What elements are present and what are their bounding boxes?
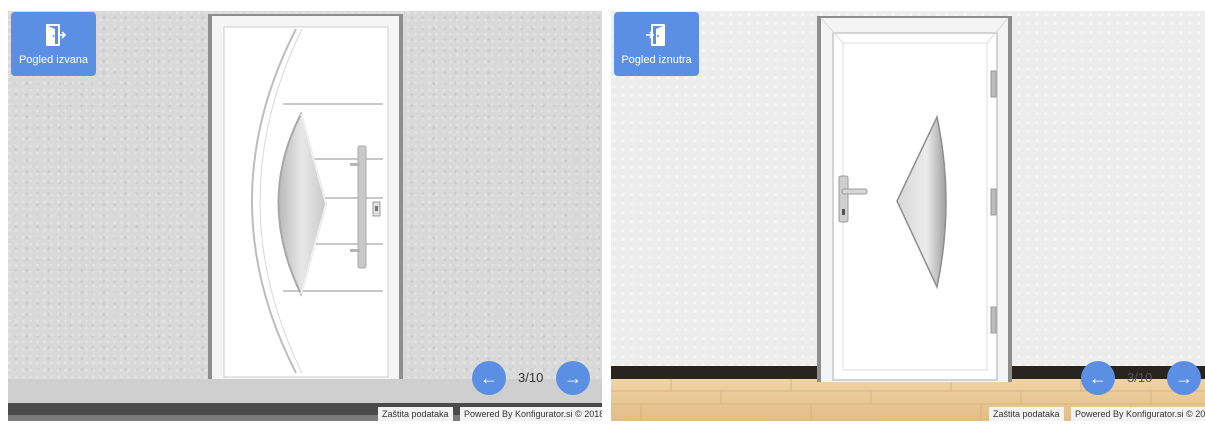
inside-view-button[interactable]: Pogled iznutra xyxy=(614,12,699,76)
privacy-link-inside[interactable]: Zaštita podataka xyxy=(989,407,1064,421)
prev-door-button-inside[interactable]: ← xyxy=(1081,361,1115,395)
arrow-right-icon: → xyxy=(1175,368,1193,388)
arrow-left-icon: ← xyxy=(480,368,498,388)
outside-view-label: Pogled izvana xyxy=(18,54,89,66)
arrow-left-icon: ← xyxy=(1089,368,1107,388)
arrow-right-icon: → xyxy=(564,368,582,388)
next-door-button-inside[interactable]: → xyxy=(1167,361,1201,395)
powered-by-link[interactable]: Powered By Konfigurator.si © 2018 xyxy=(460,407,602,421)
door-counter: 3/10 xyxy=(518,370,544,385)
prev-door-button[interactable]: ← xyxy=(472,361,506,395)
outside-door-scene xyxy=(8,14,602,421)
powered-by-link-inside[interactable]: Powered By Konfigurator.si © 2018 xyxy=(1071,407,1205,421)
inside-door-scene xyxy=(611,16,1205,421)
next-door-button[interactable]: → xyxy=(556,361,590,395)
inside-view-panel: Pogled iznutra ← 3/10 → Zaštita podataka… xyxy=(611,11,1205,421)
outside-view-panel: Pogled izvana ← 3/10 → Zaštita podataka … xyxy=(8,11,602,421)
door-counter-inside: 3/10 xyxy=(1127,370,1153,385)
door-enter-icon xyxy=(645,24,665,46)
door-exit-icon xyxy=(45,24,66,46)
inside-view-label: Pogled iznutra xyxy=(621,54,692,66)
outside-view-button[interactable]: Pogled izvana xyxy=(11,12,96,76)
privacy-link[interactable]: Zaštita podataka xyxy=(378,407,453,421)
